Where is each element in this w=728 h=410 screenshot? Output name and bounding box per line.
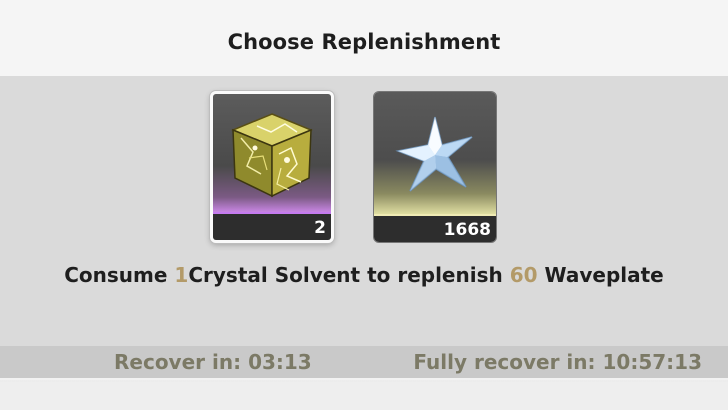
recover-timer: Recover in: 03:13 (114, 350, 312, 374)
recover-label: Recover in: (114, 350, 242, 374)
consume-middle: to replenish (360, 263, 510, 287)
consume-prefix: Consume (64, 263, 175, 287)
dialog-title: Choose Replenishment (227, 30, 501, 54)
item-count: 1668 (443, 220, 491, 240)
consume-item-name: Crystal Solvent (188, 263, 361, 287)
replenish-dialog: Choose Replenishment 2 1668 Consume 1Cry… (0, 0, 728, 410)
divider (0, 378, 728, 380)
consume-message: Consume 1Crystal Solvent to replenish 60… (0, 263, 728, 287)
item-art (213, 94, 331, 214)
recover-time: 03:13 (248, 350, 312, 374)
item-count: 2 (314, 218, 326, 238)
astrite-star-icon (395, 116, 473, 192)
item-slot-crystal-solvent[interactable]: 2 (210, 91, 334, 243)
full-recover-time: 10:57:13 (602, 350, 703, 374)
dialog-header: Choose Replenishment (0, 0, 728, 76)
consume-quantity: 1 (174, 263, 189, 287)
recover-bar: Recover in: 03:13 Fully recover in: 10:5… (0, 346, 728, 380)
item-count-bar: 1668 (374, 214, 496, 242)
item-art (374, 92, 496, 216)
crystal-solvent-cube-icon (231, 113, 313, 198)
consume-amount: 60 (509, 263, 538, 287)
item-panel: 2 1668 Consume 1Crystal Solvent to reple… (0, 76, 728, 346)
consume-suffix: Waveplate (537, 263, 664, 287)
full-recover-timer: Fully recover in: 10:57:13 (413, 350, 702, 374)
item-slot-astrite[interactable]: 1668 (373, 91, 497, 243)
dialog-footer (0, 382, 728, 410)
item-count-bar: 2 (213, 212, 331, 240)
full-recover-label: Fully recover in: (413, 350, 596, 374)
